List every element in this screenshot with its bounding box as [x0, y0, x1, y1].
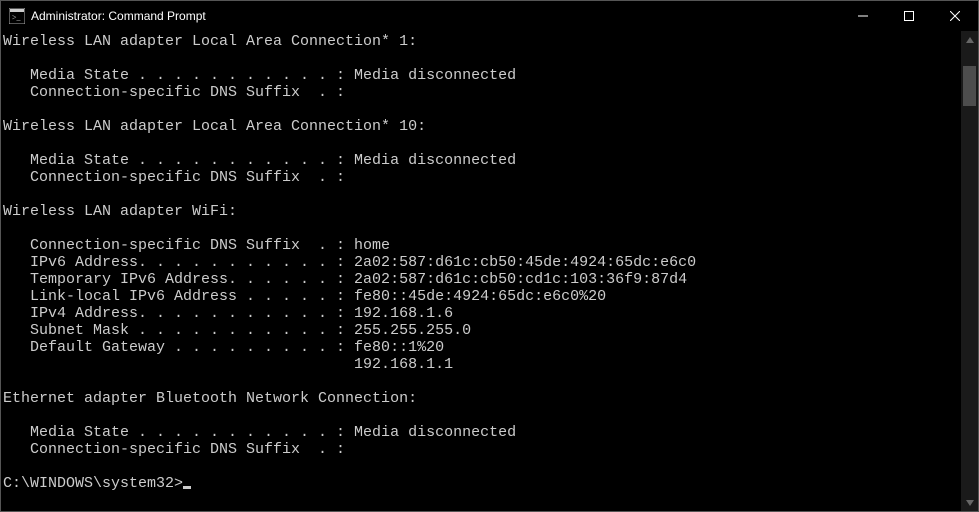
prompt[interactable]: C:\WINDOWS\system32>: [3, 475, 183, 492]
maximize-button[interactable]: [886, 1, 932, 31]
scroll-up-button[interactable]: [961, 31, 978, 48]
titlebar[interactable]: >_ Administrator: Command Prompt: [1, 1, 978, 31]
text-cursor: [183, 486, 191, 489]
minimize-button[interactable]: [840, 1, 886, 31]
cmd-window: >_ Administrator: Command Prompt Wireles…: [0, 0, 979, 512]
scroll-thumb[interactable]: [963, 66, 976, 106]
svg-text:>_: >_: [12, 13, 22, 22]
scroll-down-button[interactable]: [961, 494, 978, 511]
scroll-track[interactable]: [961, 48, 978, 494]
content-area: Wireless LAN adapter Local Area Connecti…: [1, 31, 978, 511]
vertical-scrollbar[interactable]: [961, 31, 978, 511]
cmd-icon: >_: [9, 8, 25, 24]
close-button[interactable]: [932, 1, 978, 31]
terminal-output[interactable]: Wireless LAN adapter Local Area Connecti…: [1, 31, 961, 511]
window-title: Administrator: Command Prompt: [31, 9, 206, 23]
